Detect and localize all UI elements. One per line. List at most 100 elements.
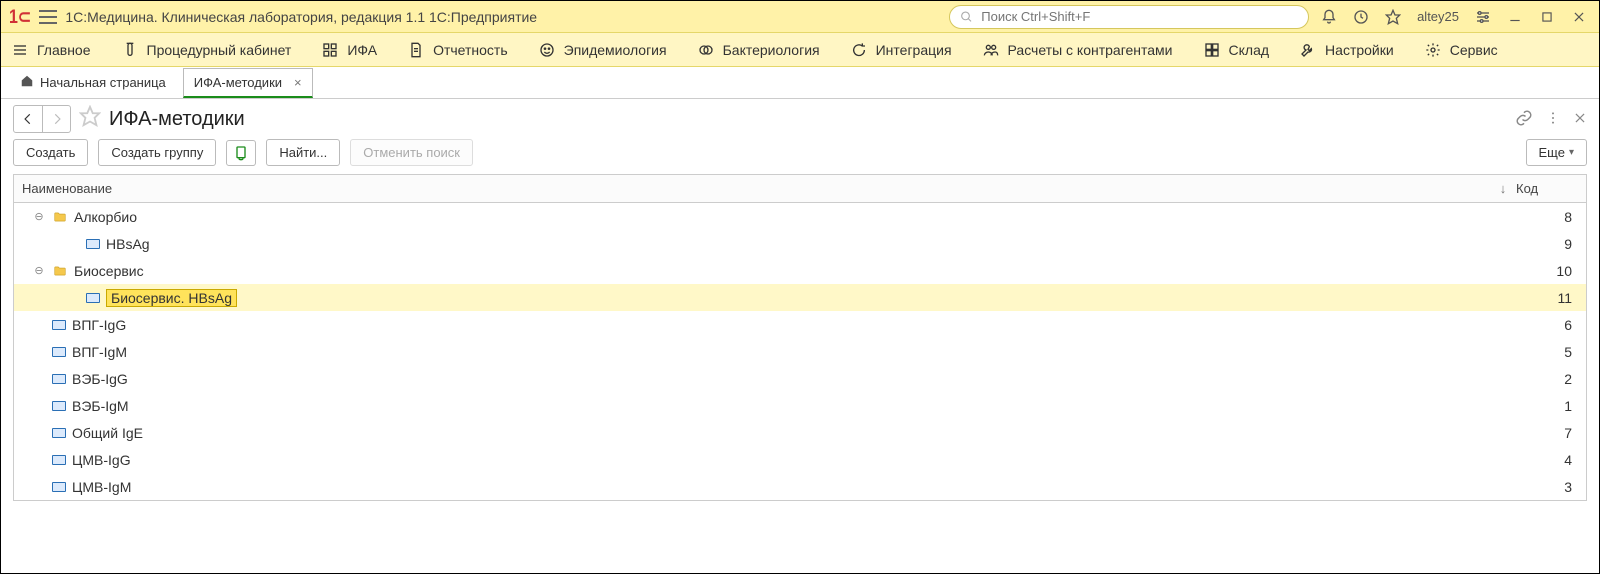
nav-label: Расчеты с контрагентами xyxy=(1008,42,1173,58)
item-icon xyxy=(86,293,100,303)
nav-label: Интеграция xyxy=(876,42,952,58)
rings-icon xyxy=(697,41,715,59)
row-code: 5 xyxy=(1516,344,1586,360)
minimize-button[interactable] xyxy=(1503,5,1527,29)
star-icon[interactable] xyxy=(1381,5,1405,29)
nav-label: Главное xyxy=(37,42,91,58)
more-vertical-icon[interactable] xyxy=(1545,110,1561,129)
bell-icon[interactable] xyxy=(1317,5,1341,29)
search-icon xyxy=(960,10,973,24)
tab-label: ИФА-методики xyxy=(194,75,282,90)
user-name[interactable]: altey25 xyxy=(1417,9,1459,24)
page-close-icon[interactable] xyxy=(1573,111,1587,128)
row-name: Алкорбио xyxy=(74,209,137,225)
table-row[interactable]: ·ВЭБ-IgM1 xyxy=(14,392,1586,419)
tab-close-icon[interactable]: × xyxy=(294,75,302,90)
nav-label: Эпидемиология xyxy=(564,42,667,58)
nav-item-main[interactable]: Главное xyxy=(11,41,91,59)
create-group-button[interactable]: Создать группу xyxy=(98,139,216,166)
data-table: Наименование ↓ Код ⊖ Алкорбио 8 ·HBsAg9⊖Био… xyxy=(13,174,1587,501)
back-button[interactable] xyxy=(14,106,42,132)
row-name: ЦМВ-IgG xyxy=(72,452,131,468)
expander-icon[interactable]: ⊖ xyxy=(32,264,46,277)
item-icon xyxy=(52,428,66,438)
nav-label: Бактериология xyxy=(723,42,820,58)
wrench-icon xyxy=(1299,41,1317,59)
row-name: Общий IgE xyxy=(72,425,143,441)
tabs-bar: Начальная страница ИФА-методики × xyxy=(1,67,1599,99)
menu-icon xyxy=(11,41,29,59)
table-row[interactable]: ·ВЭБ-IgG2 xyxy=(14,365,1586,392)
row-name: ВЭБ-IgM xyxy=(72,398,129,414)
tab-label: Начальная страница xyxy=(40,75,166,90)
nav-label: Сервис xyxy=(1450,42,1498,58)
find-button[interactable]: Найти... xyxy=(266,139,340,166)
nav-item-service[interactable]: Сервис xyxy=(1424,41,1498,59)
nav-item-epidem[interactable]: Эпидемиология xyxy=(538,41,667,59)
item-icon xyxy=(52,401,66,411)
item-icon xyxy=(52,320,66,330)
app-logo: 1⊂ xyxy=(9,7,31,27)
titlebar: 1⊂ 1С:Медицина. Клиническая лаборатория,… xyxy=(1,1,1599,33)
nav-item-ifa[interactable]: ИФА xyxy=(321,41,377,59)
nav-item-settlements[interactable]: Расчеты с контрагентами xyxy=(982,41,1173,59)
nav-label: Склад xyxy=(1229,42,1270,58)
table-row[interactable]: ·Биосервис. HBsAg11 xyxy=(14,284,1586,311)
tab-ifa-methods[interactable]: ИФА-методики × xyxy=(183,68,313,98)
create-button[interactable]: Создать xyxy=(13,139,88,166)
row-name: ВПГ-IgG xyxy=(72,317,126,333)
row-name: ВПГ-IgM xyxy=(72,344,127,360)
refresh-button[interactable] xyxy=(226,140,256,166)
row-code: 10 xyxy=(1516,263,1586,279)
table-row[interactable]: ⊖ Алкорбио 8 xyxy=(14,203,1586,230)
table-row[interactable]: ·ВПГ-IgM5 xyxy=(14,338,1586,365)
nav-item-stock[interactable]: Склад xyxy=(1203,41,1270,59)
table-row[interactable]: ·ВПГ-IgG6 xyxy=(14,311,1586,338)
grid-icon xyxy=(321,41,339,59)
search-input[interactable] xyxy=(979,8,1298,25)
item-icon xyxy=(52,374,66,384)
nav-item-integration[interactable]: Интеграция xyxy=(850,41,952,59)
favorite-star-icon[interactable] xyxy=(79,105,101,133)
item-icon xyxy=(52,347,66,357)
more-button[interactable]: Еще xyxy=(1526,139,1587,166)
gear-icon xyxy=(1424,41,1442,59)
main-menu-button[interactable] xyxy=(39,10,57,24)
nav-item-settings[interactable]: Настройки xyxy=(1299,41,1394,59)
cancel-search-button: Отменить поиск xyxy=(350,139,473,166)
table-row[interactable]: ·HBsAg9 xyxy=(14,230,1586,257)
column-header-name[interactable]: Наименование xyxy=(14,181,1490,196)
sort-indicator-icon[interactable]: ↓ xyxy=(1490,181,1516,196)
item-icon xyxy=(52,455,66,465)
settings-icon[interactable] xyxy=(1471,5,1495,29)
table-row[interactable]: ·ЦМВ-IgM3 xyxy=(14,473,1586,500)
row-code: 9 xyxy=(1516,236,1586,252)
table-row[interactable]: ·ЦМВ-IgG4 xyxy=(14,446,1586,473)
nav-item-reports[interactable]: Отчетность xyxy=(407,41,508,59)
table-row[interactable]: ·Общий IgE7 xyxy=(14,419,1586,446)
column-header-code[interactable]: Код xyxy=(1516,181,1586,196)
nav-history-buttons xyxy=(13,105,71,133)
nav-item-bacteriology[interactable]: Бактериология xyxy=(697,41,820,59)
history-icon[interactable] xyxy=(1349,5,1373,29)
tab-home[interactable]: Начальная страница xyxy=(9,68,177,98)
close-button[interactable] xyxy=(1567,5,1591,29)
nav-label: Отчетность xyxy=(433,42,508,58)
app-title: 1С:Медицина. Клиническая лаборатория, ре… xyxy=(65,9,537,25)
doc-icon xyxy=(407,41,425,59)
cycle-icon xyxy=(850,41,868,59)
link-icon[interactable] xyxy=(1515,109,1533,130)
expander-icon[interactable]: ⊖ xyxy=(32,210,46,223)
maximize-button[interactable] xyxy=(1535,5,1559,29)
nav-item-procedural[interactable]: Процедурный кабинет xyxy=(121,41,292,59)
page-header: ИФА-методики xyxy=(1,99,1599,139)
people-icon xyxy=(982,41,1000,59)
table-row[interactable]: ⊖Биосервис10 xyxy=(14,257,1586,284)
refresh-icon xyxy=(233,145,249,161)
table-body: ⊖ Алкорбио 8 ·HBsAg9⊖Биосервис10·Биосервис.… xyxy=(14,203,1586,500)
row-code: 8 xyxy=(1516,209,1586,225)
tube-icon xyxy=(121,41,139,59)
item-icon xyxy=(86,239,100,249)
global-search[interactable] xyxy=(949,5,1309,29)
forward-button[interactable] xyxy=(42,106,70,132)
